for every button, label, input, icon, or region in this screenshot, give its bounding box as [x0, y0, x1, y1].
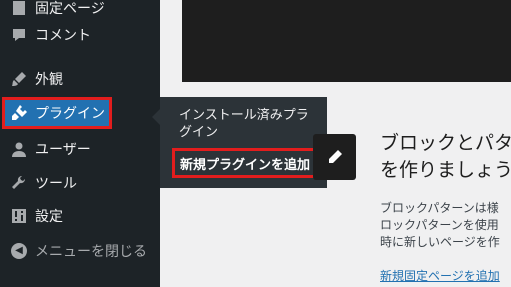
- page-icon: [9, 0, 29, 18]
- description-line: ロックパターンを使用: [380, 218, 499, 232]
- editor-preview-panel: [182, 0, 511, 82]
- sidebar-item-label: メニューを閉じる: [35, 244, 147, 260]
- sidebar-item-label: プラグイン: [35, 106, 105, 122]
- pattern-card-title: ブロックとパタ を作りましょう: [380, 130, 511, 184]
- comment-icon: [9, 25, 29, 45]
- sidebar-item-plugins[interactable]: プラグイン: [2, 97, 112, 129]
- sidebar-item-label: 外観: [35, 72, 63, 88]
- description-line: 時に新しいページを作: [380, 235, 500, 249]
- sidebar-item-label: コメント: [35, 28, 91, 44]
- sidebar-item-settings[interactable]: 設定: [0, 199, 160, 233]
- sidebar-item-label: 固定ページ: [35, 1, 105, 17]
- add-new-page-link[interactable]: 新規固定ページを追加: [380, 267, 511, 284]
- wrench-icon: [9, 173, 29, 193]
- edit-button[interactable]: [313, 134, 356, 180]
- user-icon: [9, 139, 29, 159]
- collapse-icon: ◀: [9, 241, 29, 261]
- sidebar-item-comments[interactable]: コメント: [0, 18, 160, 52]
- sliders-icon: [9, 206, 29, 226]
- pattern-card-description: ブロックパターンは様 ロックパターンを使用 時に新しいページを作: [380, 200, 511, 251]
- collapse-menu-button[interactable]: ◀ メニューを閉じる: [0, 234, 160, 268]
- title-line: ブロックとパタ: [380, 132, 511, 154]
- sidebar-item-label: 設定: [35, 209, 63, 225]
- plugin-icon: [9, 103, 29, 123]
- sidebar-item-appearance[interactable]: 外観: [0, 62, 160, 96]
- brush-icon: [9, 69, 29, 89]
- pencil-icon: [328, 150, 342, 163]
- flyout-pointer: [152, 109, 160, 125]
- sidebar-item-label: ユーザー: [35, 142, 91, 158]
- title-line: を作りましょう: [380, 159, 511, 181]
- submenu-installed-plugins[interactable]: インストール済みプラグイン: [179, 107, 319, 141]
- admin-sidebar: 固定ページ コメント 外観 プラグイン ユーザー ツール 設定 ◀ メニューを閉…: [0, 0, 160, 287]
- description-line: ブロックパターンは様: [380, 201, 499, 215]
- sidebar-item-tools[interactable]: ツール: [0, 166, 160, 200]
- submenu-add-new-plugin[interactable]: 新規プラグインを追加: [172, 148, 318, 178]
- sidebar-item-label: ツール: [35, 176, 77, 192]
- sidebar-item-users[interactable]: ユーザー: [0, 132, 160, 166]
